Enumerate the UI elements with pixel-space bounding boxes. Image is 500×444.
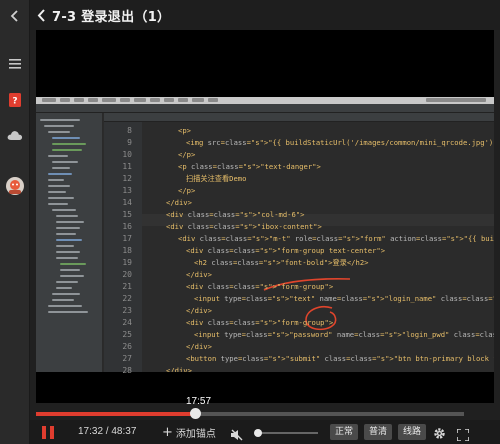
line-number: 13 — [122, 186, 132, 195]
left-sidebar: ? — [0, 0, 30, 444]
line-number: 19 — [122, 258, 132, 267]
line-number: 26 — [122, 342, 132, 351]
avatar[interactable] — [5, 176, 25, 196]
back-chevron-icon[interactable] — [30, 0, 52, 30]
line-number: 11 — [122, 162, 132, 171]
add-marker-label: 添加锚点 — [175, 429, 216, 440]
quality-sd-button[interactable]: 普清 — [364, 424, 393, 440]
menu-icon[interactable] — [5, 54, 25, 74]
code-line: </div> — [186, 342, 212, 351]
code-line: <input type=class="s">"text" name=class=… — [194, 294, 494, 303]
code-line: </p> — [178, 150, 196, 159]
gear-icon[interactable] — [433, 425, 446, 444]
line-number: 24 — [122, 318, 132, 327]
code-line: </div> — [166, 198, 192, 207]
plus-icon: + — [162, 424, 173, 440]
line-number: 14 — [122, 198, 132, 207]
seek-handle[interactable] — [189, 408, 201, 419]
ide-menubar — [36, 97, 494, 104]
seek-tooltip-time: 17:57 — [186, 396, 212, 407]
chevron-left-icon[interactable] — [5, 6, 25, 26]
recorded-ide-screen: 8 9 10 11 12 13 14 15 16 17 18 19 20 21 22 23 24 25 26 27 28… — [36, 97, 494, 375]
question-book-icon[interactable]: ? — [5, 90, 25, 110]
line-number: 23 — [122, 306, 132, 315]
mute-icon[interactable] — [230, 426, 244, 444]
ide-project-tree — [36, 113, 103, 372]
pause-icon[interactable] — [42, 426, 54, 439]
code-line: <p class=class="s">"text-danger"> — [178, 162, 321, 171]
title-bar: 7-3 登录退出（1） — [30, 0, 500, 30]
code-line: <div class=class="s">"col-md-6"> — [166, 210, 305, 219]
code-line: 扫描关注查看Demo — [186, 174, 247, 183]
video-player-app: ? 7-3 登录退出（1） 8 9 10 11 12 13 14 15 16 1… — [0, 0, 500, 444]
code-line: <p> — [178, 126, 191, 135]
line-number: 10 — [122, 150, 132, 159]
line-number: 20 — [122, 270, 132, 279]
ide-toolbar — [36, 104, 494, 113]
code-line: <div class=class="s">"m-t" role=class="s… — [178, 234, 494, 243]
seek-bar[interactable] — [36, 408, 464, 419]
code-line: <img src=class="s">"{{ buildStaticUrl('/… — [186, 138, 494, 147]
line-number: 9 — [127, 138, 132, 147]
code-line: <div class=class="s">"form-group"> — [186, 282, 334, 291]
line-number: 8 — [127, 126, 132, 135]
code-line: </div> — [166, 366, 192, 372]
cloud-icon[interactable] — [5, 125, 25, 145]
seek-progress — [36, 412, 195, 416]
line-number: 21 — [122, 282, 132, 291]
add-marker-button[interactable]: + 添加锚点 — [162, 424, 216, 441]
line-number: 22 — [122, 294, 132, 303]
code-line: <div class=class="s">"form-group"> — [186, 318, 334, 327]
page-title: 7-3 登录退出（1） — [52, 9, 171, 25]
code-line: </div> — [186, 306, 212, 315]
volume-handle[interactable] — [254, 429, 262, 437]
code-line: </p> — [178, 186, 196, 195]
code-line: <button type=class="s">"submit" class=cl… — [186, 354, 494, 363]
ide-code-editor: <p> <img src=class="s">"{{ buildStaticUrl… — [142, 122, 494, 372]
svg-text:?: ? — [12, 97, 17, 107]
player-controls: 17:32 / 48:37 + 添加锚点 正常 普清 线路 — [30, 420, 500, 444]
time-display: 17:32 / 48:37 — [78, 426, 137, 437]
code-line: <h2 class=class="s">"font-bold">登录</h2> — [194, 258, 369, 267]
code-line: <div class=class="s">"ibox-content"> — [166, 222, 322, 231]
route-button[interactable]: 线路 — [398, 424, 427, 440]
line-number: 27 — [122, 354, 132, 363]
code-line: </div> — [186, 270, 212, 279]
volume-slider[interactable] — [254, 429, 318, 437]
ide-editor-tabs — [104, 113, 494, 122]
line-number: 15 — [122, 210, 132, 219]
line-number: 16 — [122, 222, 132, 231]
video-frame[interactable]: 8 9 10 11 12 13 14 15 16 17 18 19 20 21 22 23 24 25 26 27 28… — [36, 30, 494, 403]
line-number: 28 — [122, 366, 132, 375]
fullscreen-icon[interactable] — [456, 426, 470, 444]
quality-normal-button[interactable]: 正常 — [330, 424, 359, 440]
line-number: 25 — [122, 330, 132, 339]
line-number: 17 — [122, 234, 132, 243]
line-number: 12 — [122, 174, 132, 183]
code-line: <div class=class="s">"form-group text-ce… — [186, 246, 386, 255]
line-number: 18 — [122, 246, 132, 255]
ide-line-gutter: 8 9 10 11 12 13 14 15 16 17 18 19 20 21 22 23 24 25 26 27 28 — [104, 122, 142, 375]
code-line: <input type=class="s">"password" name=cl… — [194, 330, 494, 339]
